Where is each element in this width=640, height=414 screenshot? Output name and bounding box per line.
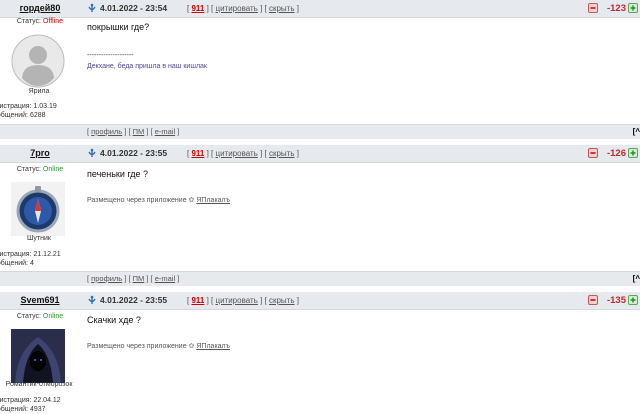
status-line: Статус: Offline <box>0 18 80 25</box>
post-rating: -123 <box>606 3 626 14</box>
rate-up-icon[interactable] <box>628 148 638 158</box>
status-value: Online <box>42 313 64 320</box>
post-date: 4.01.2022 - 23:55 <box>100 148 168 158</box>
avatar[interactable] <box>11 34 65 88</box>
post-number-link[interactable]: 911 <box>191 296 204 305</box>
status-line: Статус: Online <box>0 166 80 173</box>
rate-up-icon[interactable] <box>628 295 638 305</box>
rate-up-icon[interactable] <box>628 3 638 13</box>
registration-date: егистрация: 1.03.19 <box>0 103 57 110</box>
message-count: ообщений: 4 <box>0 260 34 267</box>
avatar-name: Романтик-отморозок <box>5 381 73 388</box>
post-link-icon[interactable] <box>87 3 97 13</box>
post-message: Скачки хде ? <box>87 315 141 325</box>
post-header: Svem691 4.01.2022 - 23:55 [ 911 ] [ цити… <box>0 292 640 310</box>
profile-link[interactable]: профиль <box>91 274 122 283</box>
footer-links: [ профиль ] [ ПМ ] [ e-mail ] <box>87 127 180 136</box>
post-link-icon[interactable] <box>87 148 97 158</box>
post-rating: -126 <box>606 148 626 159</box>
status-label: Статус: <box>16 313 41 320</box>
rate-down-icon[interactable] <box>588 148 598 158</box>
post-message: печеньки где ? <box>87 169 149 179</box>
scroll-top-link[interactable]: [^ <box>633 272 640 286</box>
member-info: егистрация: 22.04.12 ообщений: 4937 <box>0 396 61 414</box>
status-value: Offline <box>42 18 64 25</box>
status-line: Статус: Online <box>0 313 80 320</box>
post-date: 4.01.2022 - 23:54 <box>100 3 168 13</box>
post-footer: [ профиль ] [ ПМ ] [ e-mail ] [^ <box>0 271 640 286</box>
hide-link[interactable]: скрыть <box>269 149 295 158</box>
hide-link[interactable]: скрыть <box>269 4 295 13</box>
hide-link[interactable]: скрыть <box>269 296 295 305</box>
app-signature-prefix: Размещено через приложение <box>87 197 187 204</box>
status-label: Статус: <box>16 166 41 173</box>
author-name[interactable]: 7pro <box>0 145 80 162</box>
app-signature: Размещено через приложение ✿ ЯПлакалъ <box>87 342 230 350</box>
status-value: Online <box>42 166 64 173</box>
author-name[interactable]: Svem691 <box>0 292 80 309</box>
member-info: егистрация: 1.03.19 ообщений: 6288 <box>0 102 57 120</box>
app-logo-icon: ✿ <box>188 197 195 204</box>
avatar[interactable] <box>11 182 65 236</box>
app-logo-icon: ✿ <box>188 343 195 350</box>
rate-down-icon[interactable] <box>588 3 598 13</box>
post-number-link[interactable]: 911 <box>191 149 204 158</box>
member-info: егистрация: 21.12.21 ообщений: 4 <box>0 250 61 268</box>
registration-date: егистрация: 21.12.21 <box>0 251 61 258</box>
post-actions: [ 911 ] [ цитировать ] [ скрыть ] <box>187 149 299 158</box>
post-message: покрышки где? <box>87 22 150 32</box>
scroll-top-link[interactable]: [^ <box>633 125 640 139</box>
app-signature-prefix: Размещено через приложение <box>87 343 187 350</box>
rate-down-icon[interactable] <box>588 295 598 305</box>
quote-link[interactable]: цитировать <box>215 296 257 305</box>
quote-link[interactable]: цитировать <box>215 149 257 158</box>
avatar-name: Шутник <box>27 235 51 242</box>
author-name[interactable]: гордей80 <box>0 0 80 17</box>
post-actions: [ 911 ] [ цитировать ] [ скрыть ] <box>187 4 299 13</box>
message-count: ообщений: 6288 <box>0 112 46 119</box>
email-link[interactable]: e-mail <box>155 274 175 283</box>
post-footer: [ профиль ] [ ПМ ] [ e-mail ] [^ <box>0 124 640 139</box>
signature-separator: -------------------- <box>87 52 134 59</box>
post-header: гордей80 4.01.2022 - 23:54 [ 911 ] [ цит… <box>0 0 640 18</box>
signature-text: Декхане, беда пришла в наш кишлак <box>87 63 207 70</box>
status-label: Статус: <box>16 18 41 25</box>
post-link-icon[interactable] <box>87 295 97 305</box>
pm-link[interactable]: ПМ <box>133 127 145 136</box>
registration-date: егистрация: 22.04.12 <box>0 397 61 404</box>
post-actions: [ 911 ] [ цитировать ] [ скрыть ] <box>187 296 299 305</box>
post-number-link[interactable]: 911 <box>191 4 204 13</box>
avatar-name: Ярила <box>28 88 50 95</box>
profile-link[interactable]: профиль <box>91 127 122 136</box>
pm-link[interactable]: ПМ <box>133 274 145 283</box>
app-link[interactable]: ЯПлакалъ <box>196 197 230 204</box>
quote-link[interactable]: цитировать <box>215 4 257 13</box>
post-date: 4.01.2022 - 23:55 <box>100 295 168 305</box>
post-rating: -135 <box>606 295 626 306</box>
avatar[interactable] <box>11 329 65 383</box>
footer-links: [ профиль ] [ ПМ ] [ e-mail ] <box>87 274 180 283</box>
app-link[interactable]: ЯПлакалъ <box>196 343 230 350</box>
app-signature: Размещено через приложение ✿ ЯПлакалъ <box>87 196 230 204</box>
post-header: 7pro 4.01.2022 - 23:55 [ 911 ] [ цитиров… <box>0 145 640 163</box>
email-link[interactable]: e-mail <box>155 127 175 136</box>
